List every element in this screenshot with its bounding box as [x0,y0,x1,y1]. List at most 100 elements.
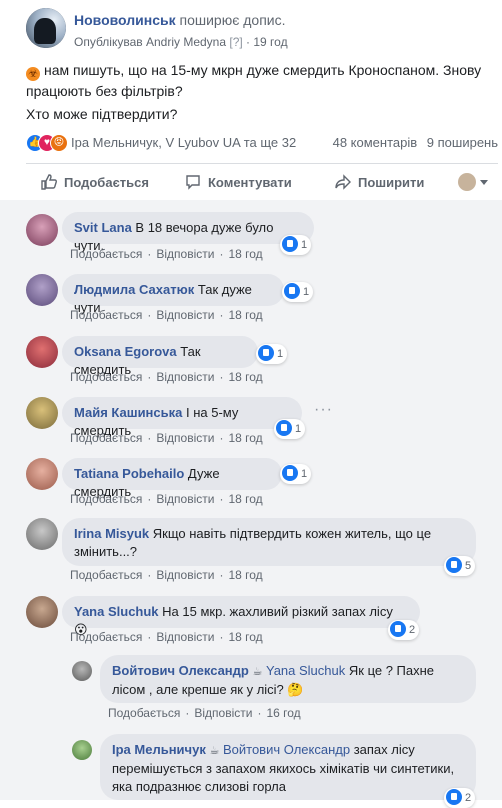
comment-actions: Подобається · Відповісти · 18 год [70,308,263,322]
mention-link[interactable]: Yana Sluchuk [266,663,345,678]
post-actions: Подобається Коментувати Поширити [26,166,498,200]
like-button-label: Подобається [64,175,149,190]
share-button[interactable]: Поширити [334,166,424,200]
comment-reaction-count[interactable]: 2 [388,620,420,640]
comment-reply-link[interactable]: Відповісти [156,431,214,445]
post-text: ☣ нам пишуть, що на 15-му мкрн дуже смерд… [26,60,486,101]
comment-bubble: Tatiana Pobehailo Дуже смердить [62,458,282,499]
commenter-name[interactable]: Tatiana Pobehailo [74,466,184,481]
help-link[interactable]: [?] [229,35,242,49]
comment-time[interactable]: 18 год [228,308,262,322]
comments-area: Svit Lana В 18 вечора дуже було чути. 1 … [0,200,502,808]
comment-actions: Подобається · Відповісти · 18 год [70,247,263,261]
comment-text: На 15 мкр. жахливий різкий запах лісу [162,604,393,619]
replier-avatar[interactable] [72,661,92,681]
comment-reaction-count[interactable]: 1 [280,235,312,255]
reply-like-link[interactable]: Подобається [108,706,180,720]
comment-time[interactable]: 18 год [228,247,262,261]
mention-link[interactable]: Войтович Олександр [223,742,350,757]
post-as-selector[interactable] [458,166,488,200]
reply-text-line1: Як це ? Пахне [348,663,435,678]
reaction-names[interactable]: Іра Мельничук, V Lyubov UA та ще 32 [71,135,296,150]
published-by[interactable]: Опублікував Andriy Medyna [74,35,226,49]
post-author-line: Нововолинськ поширює допис. [74,12,286,28]
commenter-name[interactable]: Svit Lana [74,220,132,235]
page-avatar[interactable] [26,8,66,48]
comment-bubble: Svit Lana В 18 вечора дуже було чути. [62,212,314,253]
reply-bubble: Іра Мельничук ☕ Войтович Олександр запах… [100,734,476,800]
replier-avatar[interactable] [72,740,92,760]
reply-time[interactable]: 16 год [266,706,300,720]
coffee-cup-icon: ☕ [209,745,220,757]
comment-text-line2: змінить...? [74,544,138,559]
comment-reply-link[interactable]: Відповісти [156,308,214,322]
like-icon [446,789,462,805]
shared-text: поширює допис. [179,12,286,28]
post-question: Хто може підтвердити? [26,106,178,122]
reply-bubble: Войтович Олександр ☕ Yana Sluchuk Як це … [100,655,476,703]
comment-reaction-count[interactable]: 1 [256,344,288,364]
comment-like-link[interactable]: Подобається [70,568,142,582]
like-count: 1 [301,239,308,251]
comment-like-link[interactable]: Подобається [70,308,142,322]
post-text-line2: працюють без фільтрів? [26,83,183,99]
comment-reaction-count[interactable]: 5 [444,556,476,576]
comment-button[interactable]: Коментувати [184,166,292,200]
comment-actions: Подобається · Відповісти · 18 год [70,568,263,582]
commenter-avatar[interactable] [26,596,58,628]
comment-bubble: Майя Кашинська І на 5-му смердить [62,397,302,438]
more-options-icon[interactable]: ··· [314,401,333,419]
like-icon [446,557,462,573]
comment-reply-link[interactable]: Відповісти [156,370,214,384]
commenter-avatar[interactable] [26,458,58,490]
comment-actions: Подобається · Відповісти · 18 год [70,370,263,384]
commenter-name[interactable]: Irina Misyuk [74,526,149,541]
share-icon [335,174,351,190]
comment-actions: Подобається · Відповісти · 18 год [70,492,263,506]
comment-reply-link[interactable]: Відповісти [156,630,214,644]
commenter-avatar[interactable] [26,518,58,550]
commenter-avatar[interactable] [26,274,58,306]
page-name-link[interactable]: Нововолинськ [74,12,176,28]
reply-reply-link[interactable]: Відповісти [194,706,252,720]
reply-text-line2: лісом , але крепше як у лісі? [112,682,284,697]
commenter-name[interactable]: Майя Кашинська [74,405,182,420]
comment-time[interactable]: 18 год [228,492,262,506]
replier-name[interactable]: Войтович Олександр [112,663,249,678]
like-count: 1 [295,423,302,435]
biohazard-icon: ☣ [26,67,40,81]
comment-time[interactable]: 18 год [228,370,262,384]
comment-time[interactable]: 18 год [228,431,262,445]
commenter-name[interactable]: Oksana Egorova [74,344,177,359]
comment-like-link[interactable]: Подобається [70,431,142,445]
comment-like-link[interactable]: Подобається [70,630,142,644]
comment-bubble: Oksana Egorova Так смердить [62,336,258,377]
commenter-avatar[interactable] [26,397,58,429]
reply-reaction-count[interactable]: 2 [444,788,476,808]
commenter-name[interactable]: Yana Sluchuk [74,604,159,619]
comment-reply-link[interactable]: Відповісти [156,247,214,261]
comment-like-link[interactable]: Подобається [70,247,142,261]
replier-name[interactable]: Іра Мельничук [112,742,206,757]
thumbs-up-icon [41,174,57,190]
angry-icon: 😡 [50,134,68,152]
comment-like-link[interactable]: Подобається [70,370,142,384]
commenter-name[interactable]: Людмила Сахатюк [74,282,194,297]
comment-reaction-count[interactable]: 1 [282,282,314,302]
like-count: 2 [409,624,416,636]
comment-like-link[interactable]: Подобається [70,492,142,506]
post-time[interactable]: · 19 год [246,35,288,49]
comment-time[interactable]: 18 год [228,568,262,582]
comment-reply-link[interactable]: Відповісти [156,492,214,506]
like-button[interactable]: Подобається [40,166,149,200]
commenter-avatar[interactable] [26,336,58,368]
comments-count[interactable]: 48 коментарів [333,135,418,150]
reply-text-line3: яка подразнює слизові горла [112,779,286,794]
shares-count[interactable]: 9 поширень [427,135,498,150]
like-icon [282,236,298,252]
comment-time[interactable]: 18 год [228,630,262,644]
comment-reply-link[interactable]: Відповісти [156,568,214,582]
commenter-avatar[interactable] [26,214,58,246]
comment-reaction-count[interactable]: 1 [274,419,306,439]
comment-reaction-count[interactable]: 1 [280,464,312,484]
